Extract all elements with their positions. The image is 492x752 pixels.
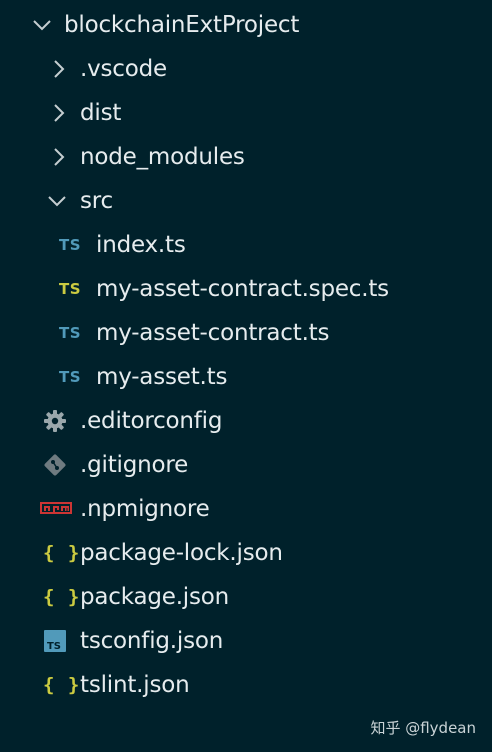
tree-item-label: package.json	[80, 584, 230, 610]
typescript-test-icon: TS	[59, 280, 82, 298]
tree-item-label: .npmignore	[80, 496, 210, 522]
gear-icon	[43, 409, 67, 433]
tree-item-gitignore[interactable]: .gitignore	[0, 443, 492, 487]
file-explorer-tree: blockchainExtProject .vscode dist node_m…	[0, 3, 492, 707]
tree-item-label: .editorconfig	[80, 408, 223, 434]
tree-item-npmignore[interactable]: .npmignore	[0, 487, 492, 531]
tree-item-label: .vscode	[80, 56, 167, 82]
tree-item-my-asset-ts[interactable]: TS my-asset.ts	[0, 355, 492, 399]
json-icon: { }	[43, 586, 81, 608]
chevron-down-icon[interactable]	[31, 14, 53, 36]
tree-item-editorconfig[interactable]: .editorconfig	[0, 399, 492, 443]
tree-item-dist-folder[interactable]: dist	[0, 91, 492, 135]
typescript-icon: TS	[59, 324, 82, 342]
chevron-down-icon[interactable]	[46, 190, 68, 212]
tree-item-package-json[interactable]: { } package.json	[0, 575, 492, 619]
tree-item-label: my-asset-contract.spec.ts	[96, 276, 389, 302]
npm-icon	[40, 502, 72, 516]
tree-item-tsconfig-json[interactable]: TS tsconfig.json	[0, 619, 492, 663]
typescript-icon: TS	[59, 236, 82, 254]
watermark: 知乎 @flydean	[370, 719, 476, 737]
tree-item-package-lock-json[interactable]: { } package-lock.json	[0, 531, 492, 575]
tree-item-src-folder[interactable]: src	[0, 179, 492, 223]
json-icon: { }	[43, 674, 81, 696]
tree-item-label: index.ts	[96, 232, 186, 258]
tree-item-label: .gitignore	[80, 452, 189, 478]
tsconfig-icon-text: TS	[47, 641, 61, 652]
tree-item-label: dist	[80, 100, 122, 126]
tsconfig-icon: TS	[44, 630, 66, 652]
tree-item-blockchainExtProject[interactable]: blockchainExtProject	[0, 3, 492, 47]
tree-item-label: tslint.json	[80, 672, 190, 698]
tree-item-label: tsconfig.json	[80, 628, 224, 654]
tree-item-my-asset-contract-ts[interactable]: TS my-asset-contract.ts	[0, 311, 492, 355]
tree-item-label: my-asset-contract.ts	[96, 320, 330, 346]
tree-item-tslint-json[interactable]: { } tslint.json	[0, 663, 492, 707]
tree-item-label: src	[80, 188, 113, 214]
chevron-right-icon[interactable]	[48, 58, 70, 80]
tree-item-label: my-asset.ts	[96, 364, 228, 390]
json-icon: { }	[43, 542, 81, 564]
chevron-right-icon[interactable]	[48, 146, 70, 168]
tree-item-node-modules-folder[interactable]: node_modules	[0, 135, 492, 179]
tree-item-label: node_modules	[80, 144, 245, 170]
tree-item-my-asset-contract-spec-ts[interactable]: TS my-asset-contract.spec.ts	[0, 267, 492, 311]
git-icon	[43, 453, 67, 477]
tree-item-vscode-folder[interactable]: .vscode	[0, 47, 492, 91]
tree-item-index-ts[interactable]: TS index.ts	[0, 223, 492, 267]
tree-item-label: package-lock.json	[80, 540, 283, 566]
chevron-right-icon[interactable]	[48, 102, 70, 124]
tree-item-label: blockchainExtProject	[64, 12, 300, 38]
typescript-icon: TS	[59, 368, 82, 386]
